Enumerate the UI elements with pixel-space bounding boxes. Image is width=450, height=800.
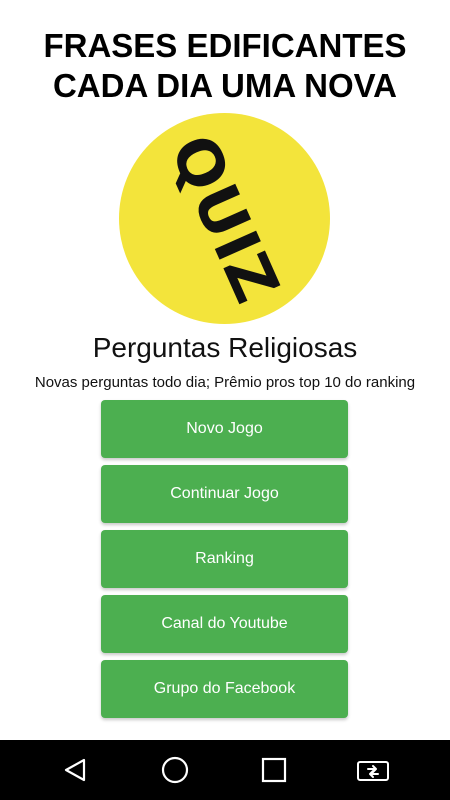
quiz-logo-text: QUIZ	[155, 123, 294, 314]
menu-buttons: Novo Jogo Continuar Jogo Ranking Canal d…	[101, 400, 348, 725]
app-screen: FRASES EDIFICANTES CADA DIA UMA NOVA QUI…	[0, 0, 450, 740]
android-navigation-bar	[0, 740, 450, 800]
recents-icon	[261, 757, 287, 783]
title-line-2: CADA DIA UMA NOVA	[52, 67, 398, 104]
recents-button[interactable]	[244, 740, 304, 800]
home-button[interactable]	[145, 740, 205, 800]
tagline: Novas perguntas todo dia; Prêmio pros to…	[34, 374, 416, 391]
youtube-channel-button[interactable]: Canal do Youtube	[101, 595, 348, 653]
new-game-button[interactable]: Novo Jogo	[101, 400, 348, 458]
continue-game-button[interactable]: Continuar Jogo	[101, 465, 348, 523]
back-icon	[64, 758, 86, 782]
home-icon	[161, 756, 189, 784]
back-button[interactable]	[45, 740, 105, 800]
title-line-1: FRASES EDIFICANTES	[43, 27, 407, 64]
quiz-logo: QUIZ	[119, 113, 330, 324]
page-title: FRASES EDIFICANTES CADA DIA UMA NOVA	[0, 26, 450, 106]
subtitle: Perguntas Religiosas	[92, 332, 358, 363]
facebook-group-button[interactable]: Grupo do Facebook	[101, 660, 348, 718]
ranking-button[interactable]: Ranking	[101, 530, 348, 588]
screen-rotate-icon	[357, 761, 389, 781]
rotate-button[interactable]	[343, 740, 403, 800]
